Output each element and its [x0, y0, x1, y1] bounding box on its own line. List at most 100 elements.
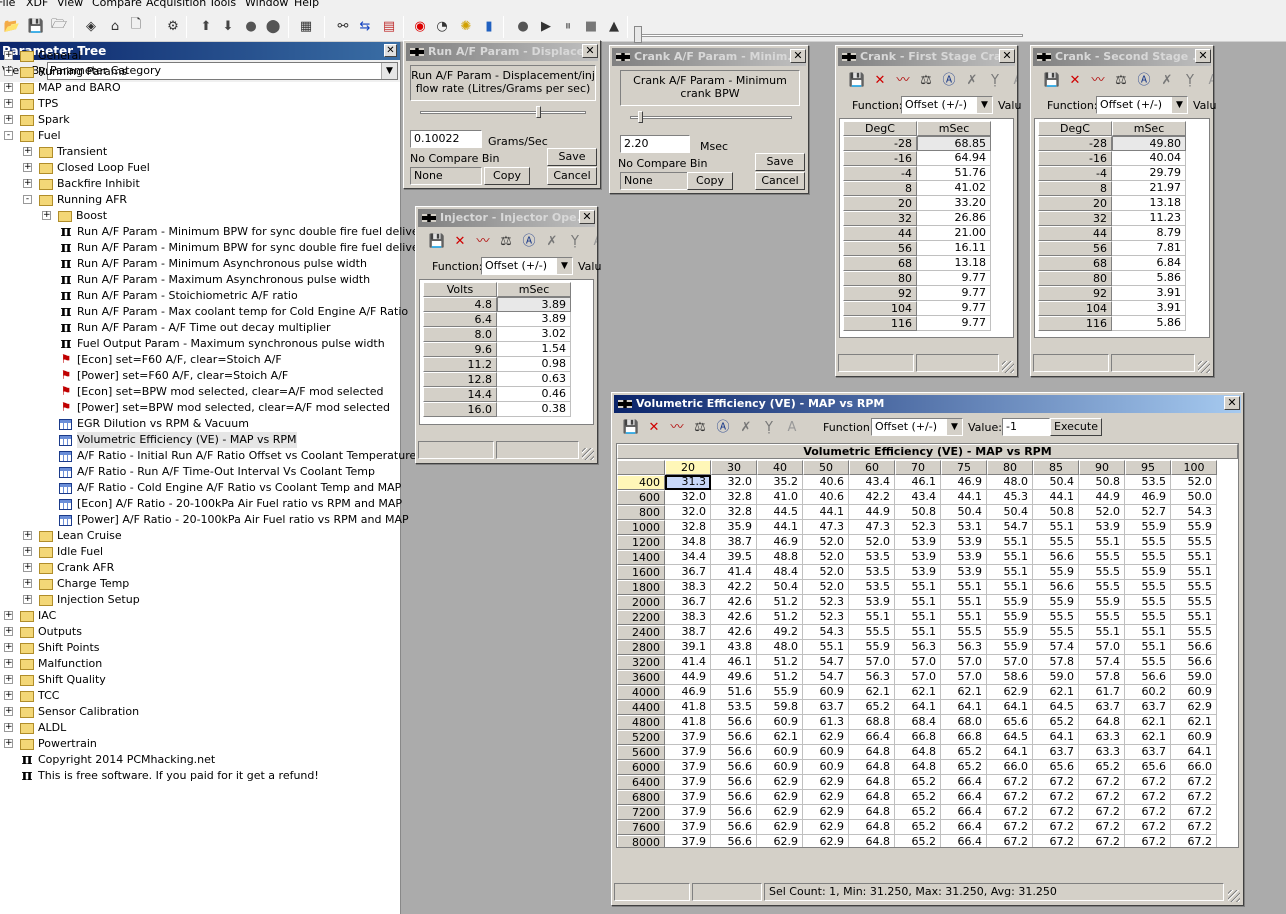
ve-table-cell[interactable]: 55.9: [1079, 595, 1125, 610]
ve-table-cell[interactable]: 53.5: [1125, 475, 1171, 490]
ve-table-cell[interactable]: 56.3: [849, 670, 895, 685]
graph-icon[interactable]: 〰: [668, 419, 686, 437]
ve-table-cell[interactable]: 67.2: [1033, 820, 1079, 835]
crank-first-stage-table-cell[interactable]: 13.18: [917, 256, 991, 271]
tree-node[interactable]: + IAC: [0, 608, 400, 624]
ve-table-cell[interactable]: 56.6: [711, 715, 757, 730]
expand-toggle-icon[interactable]: +: [4, 51, 13, 60]
graph-icon[interactable]: 〰: [474, 233, 492, 251]
ve-table-cell[interactable]: 43.8: [711, 640, 757, 655]
ve-function-select[interactable]: Offset (+/-) ▼: [871, 418, 963, 436]
ve-table-cell[interactable]: 34.8: [665, 535, 711, 550]
ve-table-cell[interactable]: 43.4: [895, 490, 941, 505]
ve-table-cell[interactable]: 53.9: [1079, 520, 1125, 535]
ve-table-cell[interactable]: 41.4: [711, 565, 757, 580]
ve-table-cell[interactable]: 63.7: [1079, 700, 1125, 715]
chevron-down-icon[interactable]: ▼: [977, 97, 992, 113]
expand-toggle-icon[interactable]: -: [23, 195, 32, 204]
ve-table-cell[interactable]: 55.5: [1171, 535, 1217, 550]
open-folder-icon[interactable]: 📂: [3, 17, 21, 35]
menu-7[interactable]: Help: [294, 0, 319, 9]
tree-node[interactable]: π Run A/F Param - Max coolant temp for Co…: [0, 304, 409, 320]
chevron-down-icon[interactable]: ▼: [1172, 97, 1187, 113]
scale-icon[interactable]: ⚖: [691, 419, 709, 437]
ve-table-cell[interactable]: 57.0: [987, 655, 1033, 670]
grid-icon[interactable]: ▤: [380, 17, 398, 35]
tree-node[interactable]: EGR Dilution vs RPM & Vacuum: [0, 416, 400, 432]
run-af-param-slider[interactable]: [420, 111, 586, 114]
crank-first-stage-table-cell[interactable]: 9.77: [917, 316, 991, 331]
expand-toggle-icon[interactable]: +: [4, 659, 13, 668]
run-af-param-slider-thumb[interactable]: [536, 106, 541, 118]
ve-table-cell[interactable]: 64.8: [849, 775, 895, 790]
tree-node[interactable]: + Shift Quality: [0, 672, 400, 688]
ve-table-cell[interactable]: 55.9: [1033, 565, 1079, 580]
ve-table-cell[interactable]: 67.2: [987, 775, 1033, 790]
ve-table-cell[interactable]: 67.2: [1171, 790, 1217, 805]
playback-slider-track[interactable]: [638, 34, 1023, 37]
ve-table-cell[interactable]: 63.7: [1125, 700, 1171, 715]
ve-table-cell[interactable]: 56.6: [711, 805, 757, 820]
ve-table-cell[interactable]: 55.9: [987, 610, 1033, 625]
ve-table-cell[interactable]: 43.4: [849, 475, 895, 490]
ve-table-cell[interactable]: 65.2: [941, 760, 987, 775]
crank-first-stage-table-cell[interactable]: 9.77: [917, 271, 991, 286]
expand-toggle-icon[interactable]: +: [4, 691, 13, 700]
ve-table-cell[interactable]: 55.5: [1125, 655, 1171, 670]
ve-table-cell[interactable]: 50.8: [1079, 475, 1125, 490]
save-icon[interactable]: 💾: [622, 419, 640, 437]
ve-table-cell[interactable]: 62.9: [1171, 700, 1217, 715]
chevron-down-icon[interactable]: ▼: [947, 419, 962, 435]
menu-4[interactable]: Acquisition: [146, 0, 206, 9]
ve-table-cell[interactable]: 66.0: [987, 760, 1033, 775]
ve-table-cell[interactable]: 38.7: [665, 625, 711, 640]
ve-table-cell[interactable]: 37.9: [665, 745, 711, 760]
ve-table-cell[interactable]: 55.5: [1171, 580, 1217, 595]
injector-titlebar[interactable]: Injector - Injector Ope...: [418, 209, 595, 227]
tree-node[interactable]: + TCC: [0, 688, 400, 704]
text-icon[interactable]: A: [589, 233, 597, 251]
tree-node[interactable]: ⚑ [Econ] set=BPW mod selected, clear=A/F …: [0, 384, 400, 400]
ve-table-cell[interactable]: 35.2: [757, 475, 803, 490]
ve-table-cell[interactable]: 66.4: [941, 805, 987, 820]
ve-table-cell[interactable]: 64.1: [987, 700, 1033, 715]
ve-table-cell[interactable]: 64.1: [987, 745, 1033, 760]
ve-table-cell[interactable]: 67.2: [1079, 835, 1125, 847]
ve-table-cell[interactable]: 62.1: [895, 685, 941, 700]
ve-table-cell[interactable]: 55.1: [987, 550, 1033, 565]
connect-icon[interactable]: ⚯: [334, 17, 352, 35]
ve-table-cell[interactable]: 55.1: [849, 610, 895, 625]
crank-second-stage-table-cell[interactable]: 6.84: [1112, 256, 1186, 271]
ve-table-cell[interactable]: 57.0: [941, 655, 987, 670]
tree-node[interactable]: + Outputs: [0, 624, 400, 640]
ve-table-cell[interactable]: 60.2: [1125, 685, 1171, 700]
ve-table-cell[interactable]: 55.1: [895, 580, 941, 595]
split-icon[interactable]: Ỵ: [566, 233, 584, 251]
split-icon[interactable]: Ỵ: [986, 72, 1004, 90]
ve-table-cell[interactable]: 52.3: [803, 595, 849, 610]
ve-table-cell[interactable]: 62.9: [757, 835, 803, 847]
split-icon[interactable]: Ỵ: [760, 419, 778, 437]
tree-node[interactable]: + Backfire Inhibit: [0, 176, 400, 192]
crank-first-stage-table-cell[interactable]: 9.77: [917, 301, 991, 316]
ve-table-cell[interactable]: 55.9: [757, 685, 803, 700]
expand-toggle-icon[interactable]: +: [4, 643, 13, 652]
burn-icon[interactable]: ◉: [411, 17, 429, 35]
ve-table-cell[interactable]: 55.1: [895, 595, 941, 610]
delete-icon[interactable]: ✕: [451, 233, 469, 251]
crank-first-stage-table-cell[interactable]: 33.20: [917, 196, 991, 211]
ve-table-cell[interactable]: 57.0: [895, 655, 941, 670]
ve-table-cell[interactable]: 52.0: [803, 580, 849, 595]
ve-table-cell[interactable]: 67.2: [1171, 835, 1217, 847]
ve-table-cell[interactable]: 48.8: [757, 550, 803, 565]
injector-table-cell[interactable]: 0.46: [497, 387, 571, 402]
interpolate-icon[interactable]: Ⓐ: [1135, 72, 1153, 90]
tree-node[interactable]: + General: [0, 48, 400, 64]
expand-toggle-icon[interactable]: +: [23, 179, 32, 188]
copy-button[interactable]: Copy: [484, 167, 530, 185]
injector-table-cell[interactable]: 0.98: [497, 357, 571, 372]
injector-table-cell[interactable]: 3.02: [497, 327, 571, 342]
ve-table-cell[interactable]: 51.2: [757, 595, 803, 610]
ve-table-cell[interactable]: 65.2: [941, 745, 987, 760]
ve-table-cell[interactable]: 55.1: [987, 580, 1033, 595]
